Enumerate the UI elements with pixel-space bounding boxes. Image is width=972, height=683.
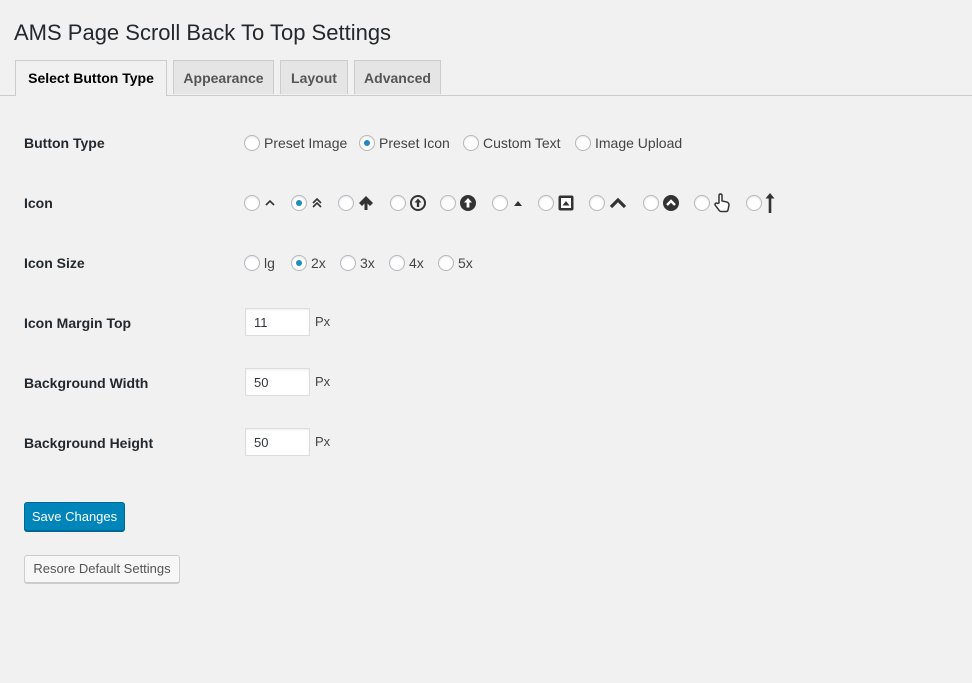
icon-margin-top-row: Icon Margin Top Px <box>0 308 972 338</box>
background-height-unit: Px <box>315 434 331 449</box>
button-type-option-preset-image[interactable]: Preset Image <box>244 128 347 158</box>
button-type-option-image-upload[interactable]: Image Upload <box>575 128 682 158</box>
icon-margin-top-label: Icon Margin Top <box>24 315 132 331</box>
hand-o-up-icon <box>713 193 731 213</box>
radio-icon-9[interactable] <box>643 195 659 211</box>
button-type-row: Button Type Preset Image Preset Icon Cus… <box>0 128 972 158</box>
radio-icon-4[interactable] <box>390 195 406 211</box>
radio-custom-text[interactable] <box>463 135 479 151</box>
page-title: AMS Page Scroll Back To Top Settings <box>14 20 392 45</box>
chevron-circle-up-icon <box>662 194 680 212</box>
icon-option-caret-square-o-up[interactable] <box>538 188 575 218</box>
background-width-label: Background Width <box>24 375 149 391</box>
icon-option-arrow-up[interactable] <box>338 188 375 218</box>
tab-advanced[interactable]: Advanced <box>354 60 441 94</box>
icon-size-option-lg[interactable]: lg <box>244 248 275 278</box>
radio-icon-3[interactable] <box>338 195 354 211</box>
radio-icon-6[interactable] <box>492 195 508 211</box>
icon-margin-top-input[interactable] <box>245 308 310 336</box>
icon-option-angle-up[interactable] <box>244 188 277 218</box>
option-label: Preset Icon <box>379 135 450 151</box>
icon-row: Icon <box>0 188 972 218</box>
save-changes-button[interactable]: Save Changes <box>24 502 125 531</box>
radio-icon-10[interactable] <box>694 195 710 211</box>
radio-icon-7[interactable] <box>538 195 554 211</box>
radio-preset-image[interactable] <box>244 135 260 151</box>
option-label: Image Upload <box>595 135 683 151</box>
radio-size-3x[interactable] <box>340 255 356 271</box>
icon-size-option-3x[interactable]: 3x <box>340 248 375 278</box>
radio-icon-2[interactable] <box>291 195 307 211</box>
caret-square-o-up-icon <box>557 194 575 212</box>
arrow-up-icon <box>357 194 375 212</box>
icon-size-option-2x[interactable]: 2x <box>291 248 326 278</box>
caret-up-icon <box>511 196 525 210</box>
tab-bar: Select Button Type Appearance Layout Adv… <box>0 60 972 96</box>
icon-option-long-arrow-up[interactable] <box>746 188 775 218</box>
icon-option-caret-up[interactable] <box>492 188 525 218</box>
radio-size-lg[interactable] <box>244 255 260 271</box>
restore-defaults-button[interactable]: Resore Default Settings <box>24 555 180 583</box>
icon-margin-top-unit: Px <box>315 314 331 329</box>
option-label: Preset Image <box>264 135 348 151</box>
background-width-input[interactable] <box>245 368 310 396</box>
background-width-unit: Px <box>315 374 331 389</box>
icon-label: Icon <box>24 195 53 211</box>
icon-option-chevron-up[interactable] <box>589 188 628 218</box>
radio-size-2x[interactable] <box>291 255 307 271</box>
icon-size-row: Icon Size lg 2x 3x 4x 5x <box>0 248 972 278</box>
icon-size-option-4x[interactable]: 4x <box>389 248 424 278</box>
background-height-input[interactable] <box>245 428 310 456</box>
option-label: 5x <box>458 255 473 271</box>
radio-icon-1[interactable] <box>244 195 260 211</box>
option-label: 4x <box>409 255 424 271</box>
background-height-label: Background Height <box>24 435 154 451</box>
icon-size-option-5x[interactable]: 5x <box>438 248 473 278</box>
icon-option-angle-double-up[interactable] <box>291 188 324 218</box>
radio-icon-8[interactable] <box>589 195 605 211</box>
option-label: lg <box>264 255 275 271</box>
chevron-up-icon <box>608 195 628 211</box>
arrow-circle-up-icon <box>459 194 477 212</box>
icon-option-hand-o-up[interactable] <box>694 188 731 218</box>
radio-size-4x[interactable] <box>389 255 405 271</box>
icon-option-arrow-circle-o-up[interactable] <box>390 188 427 218</box>
settings-page: AMS Page Scroll Back To Top Settings Sel… <box>0 0 972 683</box>
icon-option-arrow-circle-up[interactable] <box>440 188 477 218</box>
tab-layout[interactable]: Layout <box>280 60 348 94</box>
tab-select-button-type[interactable]: Select Button Type <box>15 60 167 96</box>
tab-appearance[interactable]: Appearance <box>173 60 274 94</box>
option-label: 2x <box>311 255 326 271</box>
angle-double-up-icon <box>310 196 324 210</box>
icon-option-chevron-circle-up[interactable] <box>643 188 680 218</box>
angle-up-icon <box>263 196 277 210</box>
radio-image-upload[interactable] <box>575 135 591 151</box>
radio-icon-5[interactable] <box>440 195 456 211</box>
radio-size-5x[interactable] <box>438 255 454 271</box>
button-type-option-custom-text[interactable]: Custom Text <box>463 128 561 158</box>
option-label: 3x <box>360 255 375 271</box>
long-arrow-up-icon <box>765 192 775 214</box>
button-type-option-preset-icon[interactable]: Preset Icon <box>359 128 450 158</box>
radio-icon-11[interactable] <box>746 195 762 211</box>
arrow-circle-o-up-icon <box>409 194 427 212</box>
radio-preset-icon[interactable] <box>359 135 375 151</box>
option-label: Custom Text <box>483 135 561 151</box>
background-width-row: Background Width Px <box>0 368 972 398</box>
icon-size-label: Icon Size <box>24 255 85 271</box>
background-height-row: Background Height Px <box>0 428 972 458</box>
button-type-label: Button Type <box>24 135 105 151</box>
